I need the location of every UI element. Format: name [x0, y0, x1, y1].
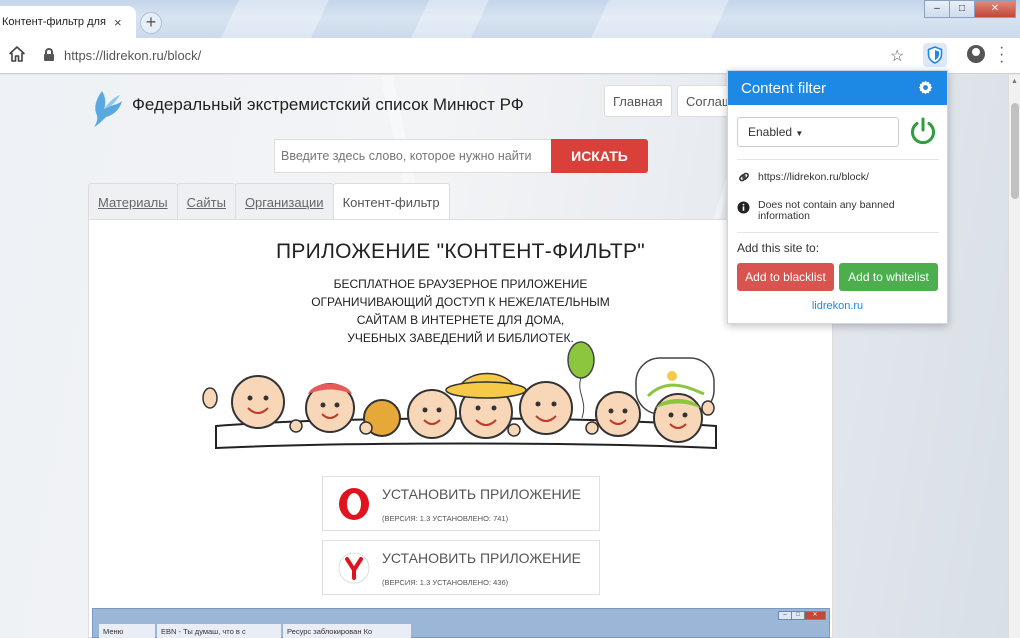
- link-icon: [739, 172, 749, 182]
- lidrekon-link[interactable]: lidrekon.ru: [728, 300, 947, 312]
- divider: [737, 159, 939, 160]
- mini-close-icon: ✕: [804, 611, 826, 620]
- install-version: (ВЕРСИЯ: 1.3 УСТАНОВЛЕНО: 436): [382, 578, 509, 587]
- window-close-button[interactable]: ✕: [974, 0, 1016, 18]
- state-value: Enabled: [748, 125, 793, 139]
- browser-toolbar: https://lidrekon.ru/block/ ☆ · · ·: [0, 38, 1020, 74]
- browser-tab[interactable]: Контент-фильтр для ×: [0, 6, 136, 38]
- lock-icon: [44, 48, 54, 61]
- tab-materials[interactable]: Материалы: [88, 183, 178, 220]
- search-input[interactable]: Введите здесь слово, которое нужно найти: [274, 139, 552, 173]
- install-label: УСТАНОВИТЬ ПРИЛОЖЕНИЕ: [382, 486, 582, 502]
- titlebar-decoration: [411, 0, 489, 38]
- mini-minimize-icon: –: [778, 611, 792, 620]
- nav-home-button[interactable]: Главная: [604, 85, 672, 117]
- add-site-label: Add this site to:: [737, 241, 820, 255]
- content-tabs: Материалы Сайты Организации Контент-филь…: [88, 183, 450, 220]
- popup-header: Content filter: [728, 71, 947, 105]
- search-button[interactable]: ИСКАТЬ: [551, 139, 648, 173]
- install-opera-button[interactable]: УСТАНОВИТЬ ПРИЛОЖЕНИЕ (ВЕРСИЯ: 1.3 УСТАН…: [322, 476, 600, 531]
- mini-tab: Меню: [99, 624, 155, 638]
- state-select[interactable]: Enabled ▼: [737, 117, 899, 147]
- address-bar[interactable]: https://lidrekon.ru/block/: [38, 43, 918, 69]
- yandex-icon: [338, 552, 370, 584]
- info-icon: [737, 201, 750, 214]
- tab-sites[interactable]: Сайты: [176, 183, 236, 220]
- minimize-button[interactable]: –: [924, 0, 950, 18]
- content-filter-extension-button[interactable]: [923, 43, 947, 67]
- nav-agreement-button[interactable]: Соглаш: [677, 85, 729, 117]
- install-version: (ВЕРСИЯ: 1.3 УСТАНОВЛЕНО: 741): [382, 514, 509, 523]
- home-icon[interactable]: [7, 45, 27, 65]
- opera-icon: [339, 488, 369, 520]
- site-status: Does not contain any banned information: [758, 199, 895, 222]
- mini-tab: Ресурс заблокирован Ко: [283, 624, 411, 638]
- mini-window-controls: – □ ✕: [778, 611, 826, 620]
- dove-logo-icon: [94, 91, 122, 127]
- mini-maximize-icon: □: [791, 611, 805, 620]
- titlebar-decoration: [591, 0, 729, 38]
- current-site-url: https://lidrekon.ru/block/: [758, 171, 869, 183]
- site-title: Федеральный экстремистский список Минюст…: [132, 95, 524, 114]
- tab-strip: Контент-фильтр для × + – □ ✕: [0, 0, 1020, 38]
- install-label: УСТАНОВИТЬ ПРИЛОЖЕНИЕ: [382, 550, 582, 566]
- profile-avatar-icon[interactable]: [967, 45, 985, 63]
- embedded-screenshot: Меню EBN - Ты думаш, что в с Ресурс забл…: [92, 608, 830, 638]
- install-yandex-button[interactable]: УСТАНОВИТЬ ПРИЛОЖЕНИЕ (ВЕРСИЯ: 1.3 УСТАН…: [322, 540, 600, 595]
- tab-content-filter[interactable]: Контент-фильтр: [332, 183, 450, 220]
- scrollbar-thumb[interactable]: [1011, 103, 1019, 199]
- bookmark-star-icon[interactable]: ☆: [890, 46, 904, 66]
- divider: [737, 232, 939, 233]
- caret-down-icon: ▼: [795, 129, 804, 138]
- url-text[interactable]: https://lidrekon.ru/block/: [64, 48, 201, 63]
- shield-icon: [927, 46, 943, 64]
- tab-organizations[interactable]: Организации: [234, 183, 334, 220]
- menu-kebab-icon[interactable]: · · ·: [999, 40, 1004, 70]
- close-icon[interactable]: ×: [114, 15, 122, 30]
- popup-title: Content filter: [741, 80, 827, 97]
- titlebar-decoration: [221, 0, 329, 38]
- page-scrollbar[interactable]: ▲: [1008, 75, 1020, 638]
- gear-icon[interactable]: [918, 80, 933, 95]
- tab-title: Контент-фильтр для: [2, 16, 106, 28]
- maximize-button[interactable]: □: [949, 0, 975, 18]
- mini-tab: EBN - Ты думаш, что в с: [157, 624, 281, 638]
- content-filter-popup: Content filter Enabled ▼ https://lidreko…: [727, 70, 948, 324]
- power-icon[interactable]: [908, 116, 938, 146]
- scroll-up-icon[interactable]: ▲: [1011, 78, 1018, 85]
- children-illustration: [202, 341, 717, 450]
- new-tab-button[interactable]: +: [140, 12, 162, 34]
- window-controls: – □ ✕: [924, 0, 1016, 18]
- add-to-blacklist-button[interactable]: Add to blacklist: [737, 263, 834, 291]
- add-to-whitelist-button[interactable]: Add to whitelist: [839, 263, 938, 291]
